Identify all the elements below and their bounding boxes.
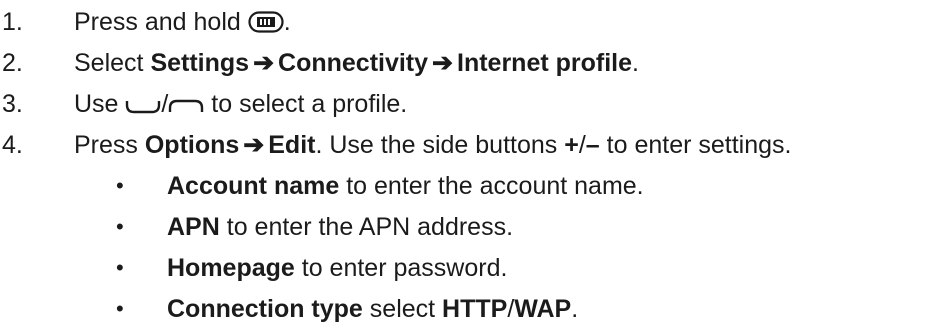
step-text: Use / to select a profile. — [74, 84, 407, 127]
connection-type-label: Connection type — [167, 295, 363, 323]
step-text-mid: . Use the side buttons — [315, 131, 565, 159]
minus-label: – — [585, 131, 600, 159]
connectivity-label: Connectivity — [278, 49, 429, 77]
bullet-text-end: . — [571, 295, 579, 323]
bullet-text-rest: to enter the APN address. — [219, 213, 514, 241]
nav-up-icon — [168, 87, 204, 127]
step-text: Select Settings ➔ Connectivity ➔ Internet pr… — [74, 43, 639, 83]
bullet-text: Homepage to enter password. — [167, 248, 507, 288]
bullet-text: Connection type select HTTP/WAP. — [167, 289, 578, 329]
bullet-icon: • — [116, 296, 124, 321]
bullet-icon: • — [116, 214, 124, 239]
step-number: 3. — [2, 90, 23, 118]
nav-down-icon — [125, 87, 161, 127]
apn-label: APN — [167, 213, 220, 241]
step-text-post: to enter settings. — [599, 131, 792, 159]
step-text: Press and hold . — [74, 2, 291, 45]
menu-key-icon — [248, 5, 284, 45]
step-text-pre: Select — [74, 49, 151, 77]
separator-slash: / — [161, 90, 169, 118]
step-number: 4. — [2, 131, 23, 159]
bullet-item: • Connection type select HTTP/WAP. — [0, 289, 950, 329]
step-2: 2. Select Settings ➔ Connectivity ➔ Internet… — [0, 43, 950, 83]
step-text-post: to select a profile. — [204, 90, 408, 118]
step-3: 3. Use / to select a profile. — [0, 84, 950, 124]
bullet-icon: • — [116, 255, 124, 280]
bullet-icon: • — [116, 173, 124, 198]
bullet-item: • Account name to enter the account name… — [0, 166, 950, 206]
http-label: HTTP — [442, 295, 508, 323]
bullet-item: • APN to enter the APN address. — [0, 207, 950, 247]
step-4: 4. Press Options ➔ Edit. Use the side butt… — [0, 125, 950, 165]
edit-label: Edit — [268, 131, 316, 159]
arrow-right-icon: ➔ — [253, 49, 275, 77]
bullet-text: Account name to enter the account name. — [167, 166, 644, 206]
options-label: Options — [144, 131, 240, 159]
account-name-label: Account name — [167, 172, 340, 200]
step-text: Press Options ➔ Edit. Use the side buttons… — [74, 125, 791, 165]
bullet-text-rest: select — [362, 295, 443, 323]
bullet-text: APN to enter the APN address. — [167, 207, 513, 247]
arrow-right-icon: ➔ — [432, 49, 453, 77]
homepage-label: Homepage — [167, 254, 295, 282]
bullet-text-rest: to enter password. — [294, 254, 508, 282]
wap-label: WAP — [514, 295, 572, 323]
step-number: 1. — [2, 8, 23, 36]
step-text-post: . — [632, 49, 639, 77]
step-1: 1. Press and hold . — [0, 2, 950, 42]
separator-slash: / — [578, 131, 586, 159]
arrow-right-icon: ➔ — [243, 131, 265, 159]
step-text-post: . — [283, 8, 291, 36]
step-text-pre: Press and hold — [74, 8, 248, 36]
bullet-text-rest: to enter the account name. — [339, 172, 644, 200]
internet-profile-label: Internet profile — [457, 49, 633, 77]
plus-label: + — [564, 131, 579, 159]
step-number: 2. — [2, 49, 23, 77]
bullet-item: • Homepage to enter password. — [0, 248, 950, 288]
settings-label: Settings — [150, 49, 250, 77]
step-text-pre: Use — [74, 90, 126, 118]
step-text-pre: Press — [74, 131, 145, 159]
